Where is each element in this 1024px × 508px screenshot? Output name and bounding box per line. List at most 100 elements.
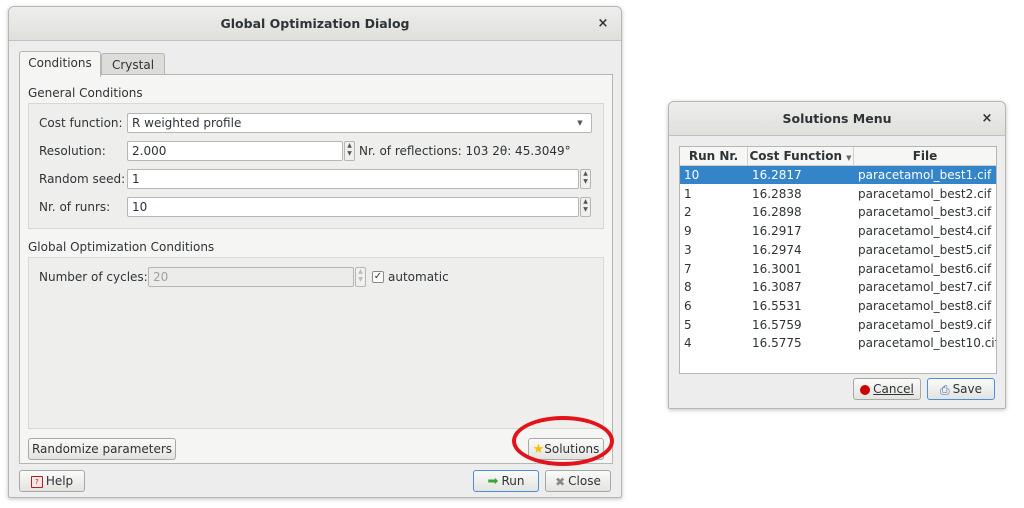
table-row[interactable]: 8 16.3087 paracetamol_best7.cif [680,278,996,296]
solutions-button[interactable]: ★Solutions [528,438,604,460]
runs-label: Nr. of runrs: [39,200,111,214]
help-button[interactable]: ? Help [19,470,85,492]
star-icon: ★ [532,441,545,457]
table-row[interactable]: 10 16.2817 paracetamol_best1.cif [680,166,996,184]
close-button[interactable]: ✖ Close [545,470,611,492]
cell-run-nr: 10 [684,168,700,182]
table-row[interactable]: 2 16.2898 paracetamol_best3.cif [680,203,996,221]
cell-run-nr: 1 [684,186,692,201]
cell-cost-function: 16.3001 [752,261,802,276]
cell-file: paracetamol_best4.cif [858,224,992,239]
cell-cost-function: 16.3087 [752,280,802,295]
cycles-spinner[interactable]: ▲ ▼ [355,267,366,287]
table-row[interactable]: 3 16.2974 paracetamol_best5.cif [680,241,996,259]
cycles-value: 20 [153,270,169,284]
reflections-info: Nr. of reflections: 103 2θ: 45.3049° [359,144,571,158]
cycles-input[interactable]: 20 [148,267,354,287]
close-label: Close [568,474,601,488]
solutions-close-icon[interactable]: × [975,102,999,135]
solutions-title: Solutions Menu [782,111,892,126]
dialog-titlebar: Global Optimization Dialog [9,7,621,41]
solutions-menu-dialog: Solutions Menu × Run Nr. Cost Function ▼… [668,101,1006,409]
cancel-icon [860,384,871,395]
randomize-parameters-button[interactable]: Randomize parameters [28,438,176,460]
resolution-spinner[interactable]: ▲ ▼ [344,141,355,161]
cell-cost-function: 16.5759 [752,317,802,332]
dialog-title: Global Optimization Dialog [220,16,410,31]
cell-file: paracetamol_best7.cif [858,280,992,295]
cell-run-nr: 9 [684,224,692,239]
cycles-label: Number of cycles: [39,270,148,284]
table-header: Run Nr. Cost Function ▼ File [680,147,996,166]
solutions-table: Run Nr. Cost Function ▼ File 10 16.2817 pa… [679,146,997,374]
table-row[interactable]: 5 16.5759 paracetamol_best9.cif [680,316,996,334]
cancel-button[interactable]: Cancel [853,378,921,400]
cell-cost-function: 16.2898 [752,205,802,220]
column-cost-function[interactable]: Cost Function ▼ [748,147,854,165]
runs-input[interactable]: 10 [127,197,579,217]
close-icon: ✖ [555,474,566,489]
general-conditions-heading: General Conditions [28,86,143,100]
automatic-checkbox[interactable]: ✓ [372,271,384,283]
dialog-close-icon[interactable]: × [591,7,615,40]
conditions-panel: General Conditions Cost function: R weig… [19,74,613,464]
random-seed-value: 1 [132,172,140,186]
cell-run-nr: 3 [684,242,692,257]
global-optimization-group: Number of cycles: 20 ▲ ▼ ✓ automatic [28,257,604,429]
cell-file: paracetamol_best8.cif [858,298,992,313]
table-row[interactable]: 9 16.2917 paracetamol_best4.cif [680,222,996,240]
table-row[interactable]: 1 16.2838 paracetamol_best2.cif [680,185,996,203]
global-optimization-dialog: Global Optimization Dialog × Conditions … [8,6,622,498]
cell-run-nr: 6 [684,298,692,313]
solutions-label: Solutions [544,442,600,456]
cell-file: paracetamol_best6.cif [858,261,992,276]
run-arrow-icon: ➡ [487,473,499,489]
cell-cost-function: 16.5531 [752,298,802,313]
run-button[interactable]: ➡ Run [473,470,539,492]
cell-file: paracetamol_best9.cif [858,317,992,332]
random-seed-input[interactable]: 1 [127,169,579,189]
tab-conditions[interactable]: Conditions [19,51,101,77]
cell-run-nr: 8 [684,280,692,295]
cancel-label: Cancel [873,382,914,396]
save-button[interactable]: ⎙ Save [927,378,995,400]
cost-function-label: Cost function: [39,116,123,130]
automatic-label: automatic [388,270,449,284]
cell-cost-function: 16.2917 [752,224,802,239]
run-label: Run [501,474,525,488]
table-row[interactable]: 4 16.5775 paracetamol_best10.cif [680,334,996,352]
table-row[interactable]: 7 16.3001 paracetamol_best6.cif [680,260,996,278]
cell-run-nr: 4 [684,336,692,351]
random-seed-spinner[interactable]: ▲ ▼ [580,169,591,189]
column-run-nr[interactable]: Run Nr. [680,147,748,165]
table-row[interactable]: 6 16.5531 paracetamol_best8.cif [680,297,996,315]
runs-spinner[interactable]: ▲ ▼ [580,197,591,217]
resolution-label: Resolution: [39,144,106,158]
cost-function-header: Cost Function [749,149,842,163]
help-icon: ? [30,475,43,488]
cell-cost-function: 16.2974 [752,242,802,257]
solutions-titlebar: Solutions Menu [669,102,1005,136]
cell-cost-function: 16.2838 [752,186,802,201]
cell-run-nr: 7 [684,261,692,276]
cell-cost-function: 16.5775 [752,336,802,351]
dropdown-arrow-icon: ▼ [577,119,583,127]
tab-crystal[interactable]: Crystal [101,53,165,76]
cell-file: paracetamol_best10.cif [858,336,997,351]
runs-value: 10 [132,200,148,214]
general-conditions-group: Cost function: R weighted profile ▼ Reso… [28,103,604,229]
random-seed-label: Random seed: [39,172,126,186]
save-label: Save [952,382,983,396]
cost-function-value: R weighted profile [132,116,242,130]
cell-file: paracetamol_best5.cif [858,242,992,257]
cell-file: paracetamol_best2.cif [858,186,992,201]
cell-file: paracetamol_best3.cif [858,205,992,220]
randomize-label: Randomize parameters [31,442,173,456]
global-optimization-heading: Global Optimization Conditions [28,240,215,254]
column-file[interactable]: File [854,147,996,165]
cell-cost-function: 16.2817 [752,168,802,182]
cell-run-nr: 2 [684,205,692,220]
cost-function-select[interactable]: R weighted profile ▼ [127,113,592,133]
resolution-input[interactable]: 2.000 [127,141,343,161]
help-label: Help [45,474,74,488]
